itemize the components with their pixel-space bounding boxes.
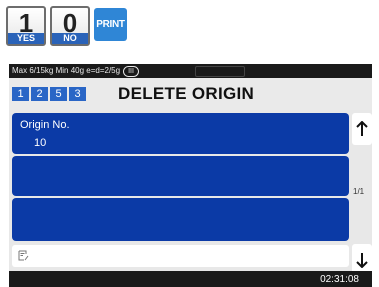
no-key-label: NO bbox=[52, 33, 88, 44]
title-bar: 1 2 5 3 DELETE ORIGIN bbox=[9, 78, 372, 110]
origin-list: Origin No. 10 bbox=[12, 113, 349, 241]
page-indicator: 1/1 bbox=[353, 187, 365, 196]
list-item[interactable] bbox=[12, 156, 349, 196]
scale-spec-text: Max 6/15kg Min 40g e=d=2/5g bbox=[12, 66, 121, 75]
menu-code-digit: 1 bbox=[12, 87, 29, 101]
footer-bar: 02:31:08 bbox=[9, 271, 372, 287]
scroll-controls: 1/1 bbox=[352, 113, 372, 278]
scale-screen: Max 6/15kg Min 40g e=d=2/5g III 1 2 5 3 D… bbox=[9, 64, 372, 287]
arrow-down-icon bbox=[356, 253, 368, 268]
edit-icon bbox=[18, 250, 29, 261]
menu-code-digit: 5 bbox=[50, 87, 67, 101]
list-item[interactable]: Origin No. 10 bbox=[12, 113, 349, 154]
status-indicator bbox=[195, 66, 245, 77]
status-bar: Max 6/15kg Min 40g e=d=2/5g III bbox=[9, 64, 372, 78]
no-key[interactable]: 0 NO bbox=[50, 6, 90, 46]
scroll-up-button[interactable] bbox=[352, 113, 372, 145]
origin-no-value: 10 bbox=[34, 137, 47, 149]
clock: 02:31:08 bbox=[320, 274, 359, 285]
menu-code-digit: 2 bbox=[31, 87, 48, 101]
input-field[interactable] bbox=[12, 245, 349, 267]
list-item[interactable] bbox=[12, 198, 349, 241]
page-title: DELETE ORIGIN bbox=[118, 84, 255, 103]
yes-key[interactable]: 1 YES bbox=[6, 6, 46, 46]
menu-code: 1 2 5 3 bbox=[12, 87, 86, 101]
print-button[interactable]: PRINT bbox=[94, 8, 127, 41]
yes-key-label: YES bbox=[8, 33, 44, 44]
arrow-up-icon bbox=[356, 121, 368, 136]
menu-code-digit: 3 bbox=[69, 87, 86, 101]
origin-no-label: Origin No. bbox=[20, 119, 70, 131]
scale-spec: Max 6/15kg Min 40g e=d=2/5g III bbox=[12, 65, 139, 77]
accuracy-class-badge: III bbox=[123, 66, 139, 77]
